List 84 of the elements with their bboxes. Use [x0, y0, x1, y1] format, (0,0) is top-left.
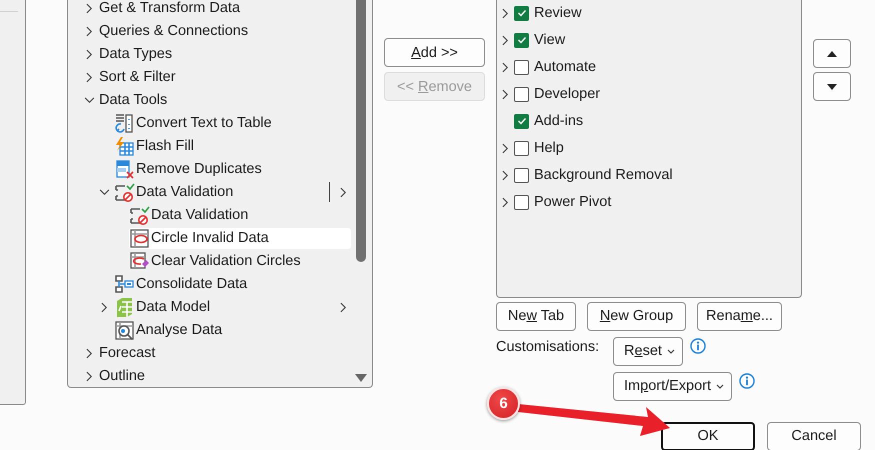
tree-item[interactable]: Flash Fill	[114, 136, 351, 156]
checkbox[interactable]	[514, 60, 529, 74]
tree-item[interactable]: Consolidate Data	[114, 274, 351, 294]
submenu-chevron-icon[interactable]	[340, 186, 347, 198]
move-down-button[interactable]	[813, 72, 851, 101]
triangle-down-icon	[827, 84, 837, 90]
list-check-icon	[114, 182, 135, 202]
tab-label: Add-ins	[534, 113, 584, 129]
chevron-icon[interactable]	[86, 370, 93, 382]
chevron-icon[interactable]	[86, 26, 93, 36]
chevron-icon[interactable]	[86, 48, 93, 60]
tree-item[interactable]: Data Validation	[129, 204, 351, 226]
grid-eraser-icon	[129, 250, 150, 272]
table-x-icon	[114, 158, 135, 180]
checkbox[interactable]	[514, 114, 529, 128]
chevron-icon[interactable]	[502, 142, 508, 154]
tree-item[interactable]: Data Validation	[114, 182, 351, 202]
tree-item[interactable]: Remove Duplicates	[114, 158, 351, 180]
tree-item[interactable]: Get & Transform Data	[99, 0, 351, 18]
cube-grid-icon	[114, 296, 135, 318]
chevron-icon[interactable]	[86, 348, 93, 358]
chevron-icon[interactable]	[84, 96, 95, 104]
checkbox[interactable]	[514, 194, 529, 210]
cancel-button[interactable]: Cancel	[767, 422, 861, 450]
chevron-icon[interactable]	[502, 62, 508, 72]
scroll-down-icon[interactable]	[355, 374, 367, 382]
dropdown-button[interactable]: Reset	[613, 336, 683, 366]
magnifier-grid-icon	[114, 320, 135, 340]
chevron-icon[interactable]	[502, 196, 508, 208]
chevron-icon[interactable]	[86, 2, 93, 14]
chevron-icon[interactable]	[502, 88, 508, 100]
tree-item[interactable]: Convert Text to Table	[114, 112, 351, 134]
chevron-icon[interactable]	[502, 8, 508, 18]
step-badge: 6	[487, 387, 520, 420]
info-icon[interactable]	[690, 338, 706, 354]
grid-ellipse-icon	[129, 228, 150, 248]
tab-label: View	[534, 32, 566, 48]
tree-item[interactable]: Sort & Filter	[99, 66, 351, 88]
new-tab-button[interactable]: New Tab	[496, 302, 576, 330]
tree-item[interactable]: Queries & Connections	[99, 20, 351, 42]
checkmark-icon	[516, 116, 526, 126]
checkbox[interactable]	[514, 168, 529, 182]
dropdown-button[interactable]: Import/Export	[613, 372, 732, 400]
chevron-icon[interactable]	[502, 170, 508, 180]
tab-label: Background Removal	[534, 167, 673, 183]
list-check-icon	[129, 204, 150, 226]
new-group-button[interactable]: New Group	[587, 302, 686, 330]
chevron-icon[interactable]	[99, 188, 110, 196]
checkbox[interactable]	[514, 140, 529, 156]
tree-item[interactable]: Outline	[99, 366, 351, 386]
move-up-button[interactable]	[813, 39, 851, 68]
tab-label: Review	[534, 5, 582, 21]
checkbox[interactable]	[514, 6, 529, 20]
chevron-icon[interactable]	[502, 34, 508, 46]
chevron-icon[interactable]	[101, 302, 108, 312]
caret-icon	[666, 348, 675, 354]
rename-button[interactable]: Rename...	[697, 302, 782, 330]
tree-item[interactable]: Circle Invalid Data	[129, 228, 351, 248]
tab-label: Help	[534, 140, 564, 156]
tree-item[interactable]: Data Types	[99, 44, 351, 64]
tree-item[interactable]: Clear Validation Circles	[129, 250, 351, 272]
chevron-icon[interactable]	[86, 72, 93, 82]
submenu-chevron-icon[interactable]	[340, 302, 347, 312]
tree-item[interactable]: Data Model	[114, 296, 351, 318]
scrollbar-thumb[interactable]	[356, 0, 366, 262]
add-button[interactable]: Add >>	[384, 38, 485, 67]
triangle-up-icon	[827, 50, 837, 56]
lightning-grid-icon	[114, 136, 135, 156]
checkmark-icon	[516, 35, 526, 45]
customisations-label: Customisations:	[496, 338, 600, 356]
tab-label: Power Pivot	[534, 194, 612, 210]
tree-item[interactable]: Data Tools	[99, 90, 351, 110]
tab-label: Developer	[534, 86, 600, 102]
tree-item[interactable]: Analyse Data	[114, 320, 351, 340]
checkbox[interactable]	[514, 86, 529, 102]
tab-label: Automate	[534, 59, 596, 75]
caret-icon	[716, 384, 724, 388]
checkmark-icon	[516, 8, 526, 18]
tree-item[interactable]: Forecast	[99, 342, 351, 364]
boxes-arrow-icon	[114, 274, 135, 294]
checkbox[interactable]	[514, 32, 529, 48]
ok-button[interactable]: OK	[661, 422, 755, 450]
info-icon[interactable]	[739, 372, 756, 388]
columns-arrow-icon	[114, 112, 135, 134]
